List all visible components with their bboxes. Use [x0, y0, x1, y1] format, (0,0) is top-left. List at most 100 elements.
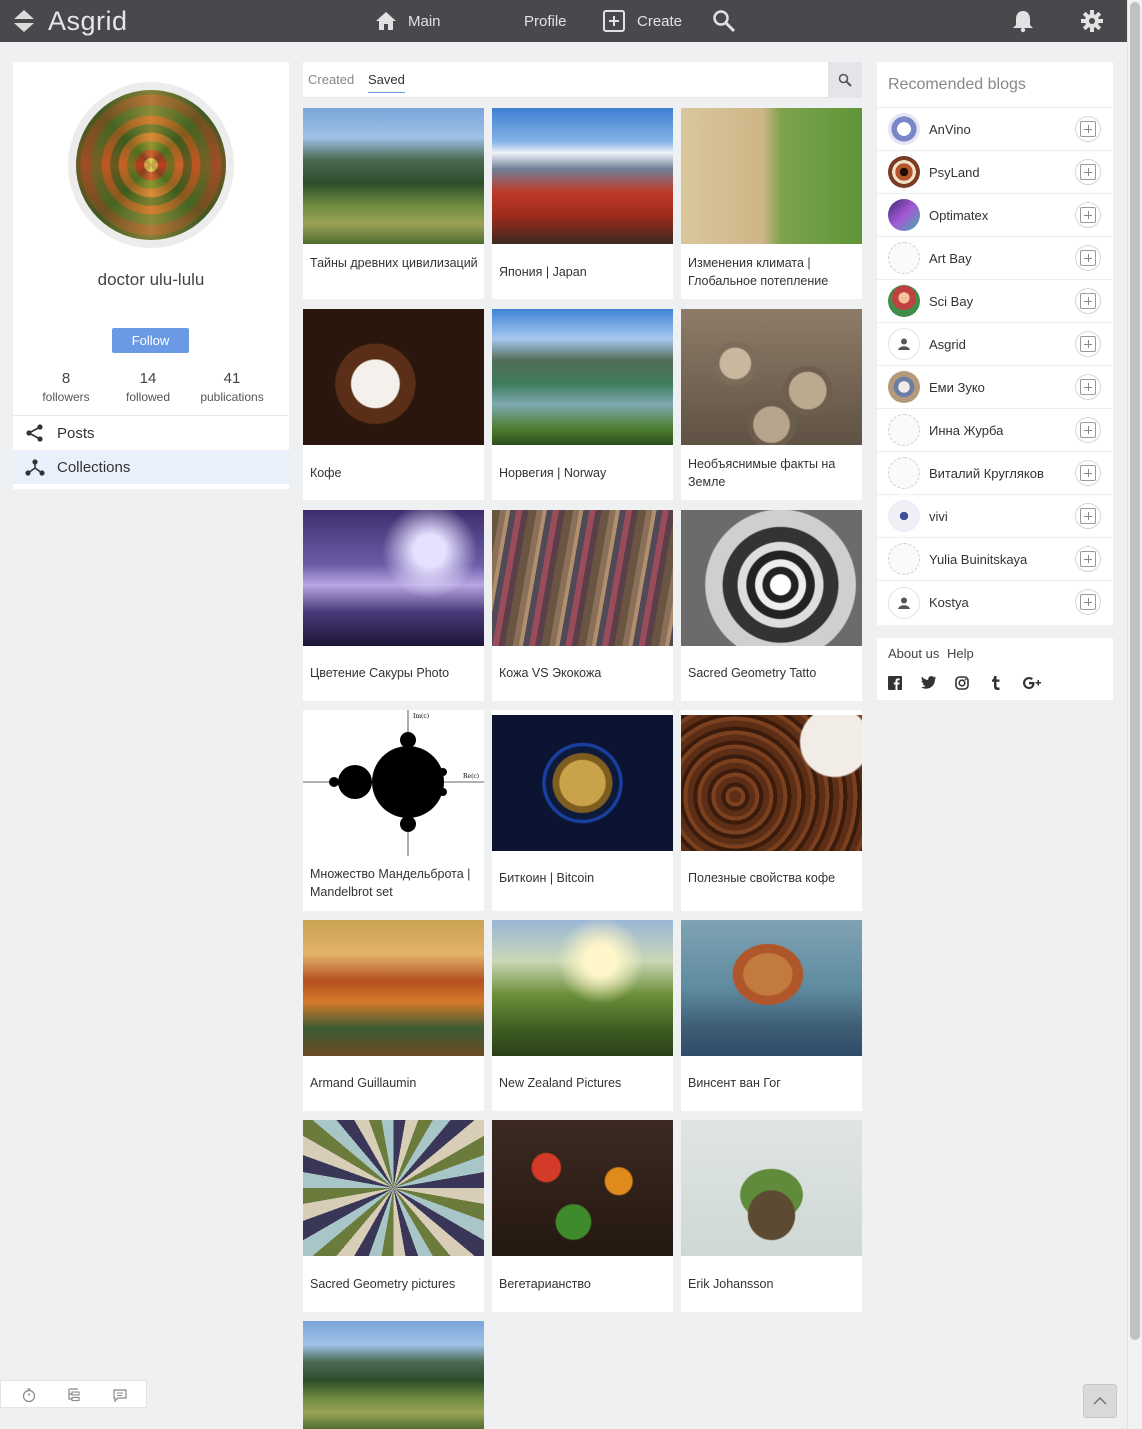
collection-title[interactable]: Биткоин | Bitcoin: [499, 869, 667, 887]
collection-cover-image[interactable]: [303, 309, 484, 445]
blog-name[interactable]: Инна Журба: [929, 423, 1003, 438]
blog-item[interactable]: AnVino: [877, 108, 1113, 151]
stat-followed[interactable]: 14 followed: [117, 370, 179, 406]
collection-card[interactable]: Биткоин | Bitcoin: [492, 710, 673, 911]
collection-cover-image[interactable]: [303, 108, 484, 244]
collection-card[interactable]: Armand Guillaumin: [303, 920, 484, 1111]
follow-blog-button[interactable]: [1075, 460, 1101, 486]
stat-followers[interactable]: 8 followers: [35, 370, 97, 406]
scrollbar-thumb[interactable]: [1130, 2, 1140, 1340]
facebook-icon[interactable]: [888, 676, 902, 690]
collection-title[interactable]: Необъяснимые факты на Земле: [688, 455, 856, 491]
follow-button[interactable]: Follow: [112, 328, 189, 353]
collection-title[interactable]: New Zealand Pictures: [499, 1074, 667, 1092]
follow-blog-button[interactable]: [1075, 374, 1101, 400]
follow-blog-button[interactable]: [1075, 417, 1101, 443]
blog-name[interactable]: PsyLand: [929, 165, 980, 180]
avatar[interactable]: [888, 500, 920, 532]
follow-blog-button[interactable]: [1075, 288, 1101, 314]
collection-cover-image[interactable]: [681, 108, 862, 244]
blog-name[interactable]: Asgrid: [929, 337, 966, 352]
tab-created[interactable]: Created: [308, 72, 354, 88]
follow-blog-button[interactable]: [1075, 589, 1101, 615]
tumblr-icon[interactable]: [991, 676, 1001, 690]
follow-blog-button[interactable]: [1075, 331, 1101, 357]
collection-cover-image[interactable]: [492, 309, 673, 445]
nav-create[interactable]: Create: [602, 0, 682, 42]
avatar[interactable]: [888, 113, 920, 145]
chat-icon[interactable]: [112, 1387, 128, 1403]
collection-title[interactable]: Винсент ван Гог: [688, 1074, 856, 1092]
collection-title[interactable]: Япония | Japan: [499, 263, 667, 281]
blog-item[interactable]: Asgrid: [877, 323, 1113, 366]
twitter-icon[interactable]: [921, 676, 936, 689]
blog-name[interactable]: Виталий Кругляков: [929, 466, 1044, 481]
settings-button[interactable]: [1080, 0, 1115, 42]
collection-cover-image[interactable]: [492, 715, 673, 851]
collection-card[interactable]: Im(c) Re(c) Множество Мандельброта | Man…: [303, 710, 484, 911]
collection-card[interactable]: Кожа VS Экокожа: [492, 510, 673, 701]
collection-title[interactable]: Множество Мандельброта | Mandelbrot set: [310, 865, 478, 901]
collection-cover-image[interactable]: [681, 309, 862, 445]
nav-main[interactable]: Main: [375, 0, 441, 42]
blog-item[interactable]: PsyLand: [877, 151, 1113, 194]
collection-cover-image[interactable]: [303, 510, 484, 646]
tree-list-icon[interactable]: [66, 1387, 82, 1403]
instagram-icon[interactable]: [955, 676, 969, 690]
follow-blog-button[interactable]: [1075, 503, 1101, 529]
avatar[interactable]: [888, 543, 920, 575]
stat-publications[interactable]: 41 publications: [195, 370, 269, 406]
collection-card[interactable]: Тайны древних цивилизаций: [303, 108, 484, 299]
collection-title[interactable]: Armand Guillaumin: [310, 1074, 478, 1092]
blog-item[interactable]: Sci Bay: [877, 280, 1113, 323]
collection-card[interactable]: Изменения климата | Глобальное потеплени…: [681, 108, 862, 299]
avatar[interactable]: [888, 457, 920, 489]
stopwatch-icon[interactable]: [21, 1387, 37, 1403]
avatar[interactable]: [888, 586, 920, 619]
follow-blog-button[interactable]: [1075, 159, 1101, 185]
collection-cover-image[interactable]: [681, 1120, 862, 1256]
collection-title[interactable]: Цветение Сакуры Photo: [310, 664, 478, 682]
collection-card[interactable]: Вегетарианство: [492, 1120, 673, 1312]
collection-cover-image[interactable]: [303, 1321, 484, 1429]
blog-item[interactable]: Optimatex: [877, 194, 1113, 237]
avatar[interactable]: [888, 285, 920, 317]
blog-item[interactable]: Виталий Кругляков: [877, 452, 1113, 495]
help-link[interactable]: Help: [947, 646, 974, 661]
nav-profile[interactable]: Profile: [524, 0, 567, 42]
page-scrollbar[interactable]: [1127, 0, 1142, 1429]
collection-cover-image[interactable]: [303, 1120, 484, 1256]
collection-cover-image[interactable]: [681, 715, 862, 851]
blog-item[interactable]: Yulia Buinitskaya: [877, 538, 1113, 581]
blog-name[interactable]: AnVino: [929, 122, 971, 137]
blog-name[interactable]: vivi: [929, 509, 948, 524]
blog-item[interactable]: Инна Журба: [877, 409, 1113, 452]
collection-title[interactable]: Полезные свойства кофе: [688, 869, 856, 887]
menu-item-posts[interactable]: Posts: [13, 416, 289, 450]
collection-title[interactable]: Изменения климата | Глобальное потеплени…: [688, 254, 856, 290]
nav-search-button[interactable]: [712, 0, 747, 42]
blog-name[interactable]: Kostya: [929, 595, 969, 610]
collection-card[interactable]: Норвегия | Norway: [492, 309, 673, 500]
blog-name[interactable]: Optimatex: [929, 208, 988, 223]
collection-title[interactable]: Sacred Geometry pictures: [310, 1275, 478, 1293]
blog-item[interactable]: Kostya: [877, 581, 1113, 624]
collection-cover-image[interactable]: [492, 1120, 673, 1256]
collection-card[interactable]: Цветение Сакуры Photo: [303, 510, 484, 701]
tab-search-button[interactable]: [828, 62, 862, 98]
avatar[interactable]: [76, 90, 226, 240]
notifications-button[interactable]: [1011, 0, 1046, 42]
collection-card[interactable]: [303, 1321, 484, 1429]
collection-card[interactable]: Необъяснимые факты на Земле: [681, 309, 862, 500]
blog-name[interactable]: Еми Зуко: [929, 380, 985, 395]
avatar[interactable]: [888, 371, 920, 403]
collection-card[interactable]: Sacred Geometry Tatto: [681, 510, 862, 701]
avatar[interactable]: [888, 199, 920, 231]
logo[interactable]: Asgrid: [12, 4, 128, 38]
blog-item[interactable]: Art Bay: [877, 237, 1113, 280]
tab-saved[interactable]: Saved: [368, 72, 405, 93]
collection-title[interactable]: Erik Johansson: [688, 1275, 856, 1293]
blog-name[interactable]: Yulia Buinitskaya: [929, 552, 1027, 567]
avatar[interactable]: [888, 242, 920, 274]
about-us-link[interactable]: About us: [888, 646, 939, 661]
